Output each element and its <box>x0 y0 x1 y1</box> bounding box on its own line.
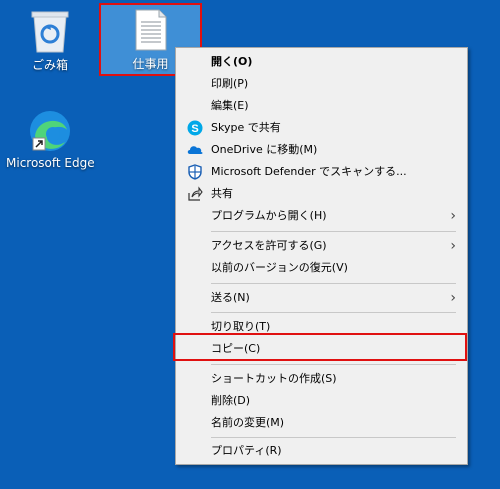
edge-label: Microsoft Edge <box>6 156 95 170</box>
share-icon <box>188 186 203 201</box>
menu-item-label: 編集(E) <box>211 99 249 112</box>
menu-item-edit[interactable]: 編集(E) <box>176 95 467 117</box>
copy-highlight-frame <box>173 333 467 361</box>
menu-item-label: Skype で共有 <box>211 121 281 134</box>
menu-item-label: 印刷(P) <box>211 77 249 90</box>
menu-item-label: 送る(N) <box>211 291 250 304</box>
menu-item-onedrive[interactable]: OneDrive に移動(M) <box>176 139 467 161</box>
menu-item-rename[interactable]: 名前の変更(M) <box>176 412 467 434</box>
menu-item-restore-previous[interactable]: 以前のバージョンの復元(V) <box>176 257 467 279</box>
menu-item-label: 開く(O) <box>211 55 253 68</box>
document-icon <box>135 9 166 51</box>
defender-icon <box>188 164 202 180</box>
chevron-right-icon: › <box>450 208 456 224</box>
context-menu: 開く(O) 印刷(P) 編集(E) S Skype で共有 OneDrive に… <box>175 47 468 465</box>
edge-logo-icon <box>30 111 70 151</box>
menu-separator <box>211 283 456 284</box>
menu-item-send-to[interactable]: 送る(N) › <box>176 287 467 309</box>
menu-separator <box>211 437 456 438</box>
chevron-right-icon: › <box>450 238 456 254</box>
recycle-bin-label: ごみ箱 <box>31 58 68 72</box>
menu-item-defender-scan[interactable]: Microsoft Defender でスキャンする... <box>176 161 467 183</box>
menu-item-label: 名前の変更(M) <box>211 416 285 429</box>
edge-shortcut-icon[interactable]: Microsoft Edge <box>6 108 95 170</box>
menu-item-label: ショートカットの作成(S) <box>211 372 337 385</box>
menu-item-label: 削除(D) <box>211 394 251 407</box>
recycle-bin-icon[interactable]: ごみ箱 <box>18 8 82 73</box>
onedrive-icon <box>187 146 203 154</box>
menu-item-label: プログラムから開く(H) <box>211 209 327 222</box>
menu-item-label: アクセスを許可する(G) <box>211 239 327 252</box>
menu-item-label: OneDrive に移動(M) <box>211 143 318 156</box>
menu-separator <box>211 312 456 313</box>
menu-item-delete[interactable]: 削除(D) <box>176 390 467 412</box>
menu-item-label: 以前のバージョンの復元(V) <box>211 261 348 274</box>
menu-item-open[interactable]: 開く(O) <box>176 51 467 73</box>
menu-item-give-access[interactable]: アクセスを許可する(G) › <box>176 235 467 257</box>
menu-item-label: Microsoft Defender でスキャンする... <box>211 165 407 178</box>
chevron-right-icon: › <box>450 290 456 306</box>
menu-item-share[interactable]: 共有 <box>176 183 467 205</box>
menu-item-skype-share[interactable]: S Skype で共有 <box>176 117 467 139</box>
svg-text:S: S <box>191 123 198 135</box>
menu-item-create-shortcut[interactable]: ショートカットの作成(S) <box>176 368 467 390</box>
menu-item-label: プロパティ(R) <box>211 444 282 457</box>
trash-can-icon <box>31 11 69 53</box>
menu-item-label: 共有 <box>211 187 233 200</box>
menu-separator <box>211 231 456 232</box>
skype-icon: S <box>187 120 203 136</box>
menu-item-print[interactable]: 印刷(P) <box>176 73 467 95</box>
menu-item-open-with[interactable]: プログラムから開く(H) › <box>176 205 467 227</box>
menu-separator <box>211 364 456 365</box>
menu-item-properties[interactable]: プロパティ(R) <box>176 440 467 462</box>
